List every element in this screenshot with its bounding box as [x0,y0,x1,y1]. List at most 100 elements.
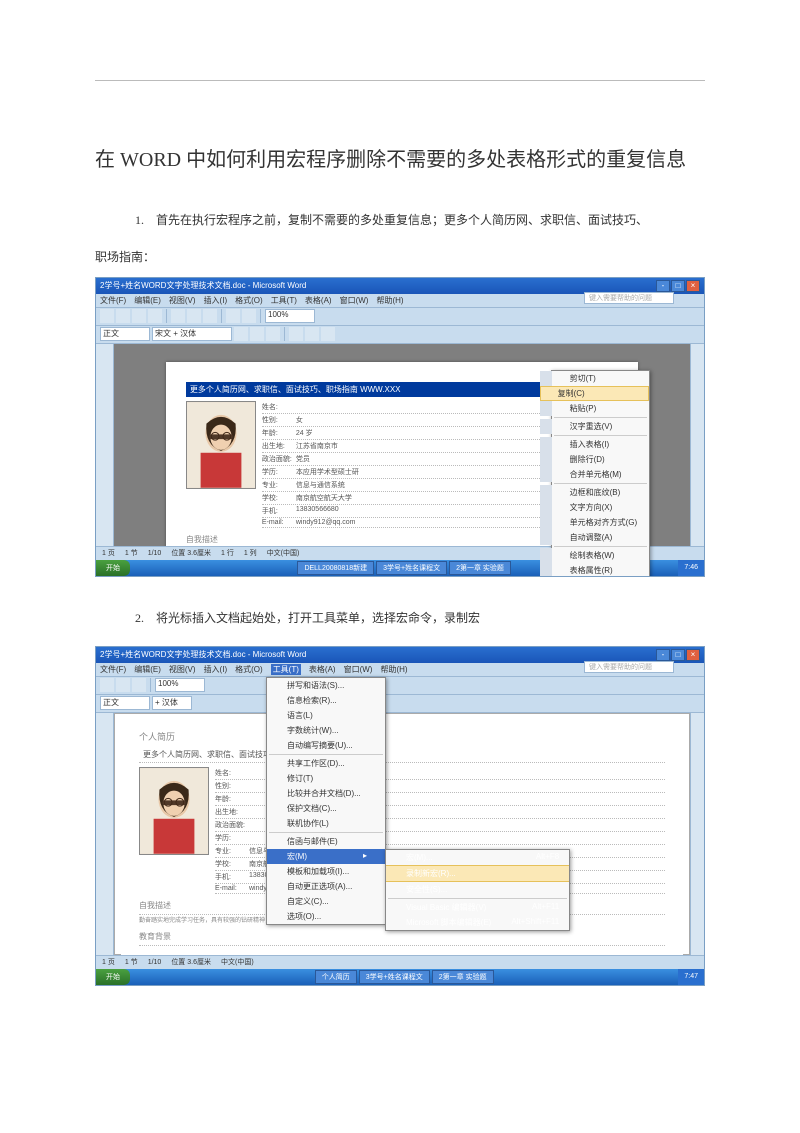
paste-button[interactable] [203,309,217,323]
menu-window[interactable]: 窗口(W) [340,295,369,306]
font-combo[interactable]: 宋文 + 汉体 [152,327,232,341]
save-button-2[interactable] [132,678,146,692]
new-doc-button[interactable] [100,309,114,323]
ctx-borders[interactable]: 边框和底纹(B) [540,485,650,500]
new-doc-button-2[interactable] [100,678,114,692]
tools-spelling[interactable]: 拼写和语法(S)... [267,678,385,693]
tools-macro[interactable]: 宏(M)▸ 宏(M)...Alt+F8 录制新宏(R)... 安全性(S)...… [267,849,385,864]
maximize-button-2[interactable]: □ [671,649,685,661]
ctx-paste[interactable]: 粘贴(P) [540,401,650,416]
italic-button[interactable] [250,327,264,341]
taskbar-item-b[interactable]: 3学号+姓名课程文 [359,970,430,984]
tools-options[interactable]: 选项(O)... [267,909,385,924]
label-birth: 出生地: [262,441,292,451]
label-phone: 手机: [262,506,292,516]
macro-record[interactable]: 录制新宏(R)... [386,865,569,882]
menu-format-2[interactable]: 格式(O) [235,664,263,675]
open-button-2[interactable] [116,678,130,692]
ctx-copy[interactable]: 复制(C) [540,386,650,401]
ctx-draw-table[interactable]: 绘制表格(W) [540,548,650,563]
tools-protect[interactable]: 保护文档(C)... [267,801,385,816]
tools-research[interactable]: 信息检索(R)... [267,693,385,708]
cut-button[interactable] [171,309,185,323]
tools-online[interactable]: 联机协作(L) [267,816,385,831]
menu-insert[interactable]: 插入(I) [204,295,228,306]
tools-templates[interactable]: 模板和加载项(I)... [267,864,385,879]
align-left-button[interactable] [289,327,303,341]
start-button[interactable]: 开始 [96,560,130,576]
open-button[interactable] [116,309,130,323]
underline-button[interactable] [266,327,280,341]
maximize-button[interactable]: □ [671,280,685,292]
tools-sharedws[interactable]: 共享工作区(D)... [267,756,385,771]
taskbar-item-2[interactable]: 3学号+姓名课程文 [376,561,447,575]
menu-help-2[interactable]: 帮助(H) [380,664,407,675]
menu-format[interactable]: 格式(O) [235,295,263,306]
taskbar-item-a[interactable]: 个人简历 [315,970,357,984]
menu-edit[interactable]: 编辑(E) [134,295,161,306]
bold-button[interactable] [234,327,248,341]
copy-button[interactable] [187,309,201,323]
ctx-delete-row[interactable]: 删除行(D) [540,452,650,467]
minimize-button-2[interactable]: - [656,649,670,661]
ctx-table-props[interactable]: 表格属性(R) [540,563,650,577]
undo-button[interactable] [226,309,240,323]
start-button-2[interactable]: 开始 [96,969,130,985]
align-center-button[interactable] [305,327,319,341]
ctx-merge-cells[interactable]: 合并单元格(M) [540,467,650,482]
minimize-button[interactable]: - [656,280,670,292]
ctx-autofit[interactable]: 自动调整(A) [540,530,650,545]
menu-view-2[interactable]: 视图(V) [169,664,196,675]
ctx-cut[interactable]: 剪切(T) [540,371,650,386]
tools-customize[interactable]: 自定义(C)... [267,894,385,909]
ctx-cell-align[interactable]: 单元格对齐方式(G) [540,515,650,530]
print-button[interactable] [148,309,162,323]
menu-edit-2[interactable]: 编辑(E) [134,664,161,675]
tools-track[interactable]: 修订(T) [267,771,385,786]
zoom-combo-2[interactable]: 100% [155,678,205,692]
help-search[interactable]: 键入需要帮助的问题 [584,292,674,304]
menu-table-2[interactable]: 表格(A) [309,664,336,675]
macro-submenu: 宏(M)...Alt+F8 录制新宏(R)... 安全性(S)... Visua… [385,849,570,931]
menu-tools-2[interactable]: 工具(T) [271,664,301,675]
taskbar-item-1[interactable]: DELL20080818新建 [297,561,374,575]
macro-security[interactable]: 安全性(S)... [386,882,569,897]
style-combo[interactable]: 正文 [100,327,150,341]
close-button-2[interactable]: × [686,649,700,661]
scrollbar-vertical[interactable] [690,344,704,546]
ctx-reconvert[interactable]: 汉字重选(V) [540,419,650,434]
tools-compare[interactable]: 比较并合并文档(D)... [267,786,385,801]
ctx-text-dir[interactable]: 文字方向(X) [540,500,650,515]
menu-view[interactable]: 视图(V) [169,295,196,306]
redo-button[interactable] [242,309,256,323]
font-combo-2[interactable]: + 汉体 [152,696,192,710]
zoom-combo[interactable]: 100% [265,309,315,323]
help-search-2[interactable]: 键入需要帮助的问题 [584,661,674,673]
tools-autocorrect[interactable]: 自动更正选项(A)... [267,879,385,894]
tools-wordcount[interactable]: 字数统计(W)... [267,723,385,738]
avatar-2 [139,767,209,855]
tools-mail[interactable]: 信函与邮件(E) [267,834,385,849]
taskbar-item-c[interactable]: 2第一章 实验题 [432,970,494,984]
taskbar-item-3[interactable]: 2第一章 实验题 [449,561,511,575]
align-right-button[interactable] [321,327,335,341]
style-combo-2[interactable]: 正文 [100,696,150,710]
ctx-insert-table[interactable]: 插入表格(I) [540,437,650,452]
macro-macros[interactable]: 宏(M)...Alt+F8 [386,850,569,865]
menu-window-2[interactable]: 窗口(W) [344,664,373,675]
close-button[interactable]: × [686,280,700,292]
systray-2: 7:47 [678,969,704,985]
save-button[interactable] [132,309,146,323]
tools-language[interactable]: 语言(L) [267,708,385,723]
menu-help[interactable]: 帮助(H) [376,295,403,306]
macro-script[interactable]: Microsoft 脚本编辑器(E)Alt+Shift+F11 [386,915,569,930]
menu-insert-2[interactable]: 插入(I) [204,664,228,675]
tools-autosummary[interactable]: 自动编写摘要(U)... [267,738,385,753]
window-title-2: 2学号+姓名WORD文字处理技术文档.doc - Microsoft Word [100,649,306,660]
menu-table[interactable]: 表格(A) [305,295,332,306]
macro-vbe[interactable]: Visual Basic 编辑器(V)Alt+F11 [386,900,569,915]
menu-file-2[interactable]: 文件(F) [100,664,126,675]
scrollbar-vertical-2[interactable] [690,713,704,955]
menu-tools[interactable]: 工具(T) [271,295,297,306]
menu-file[interactable]: 文件(F) [100,295,126,306]
